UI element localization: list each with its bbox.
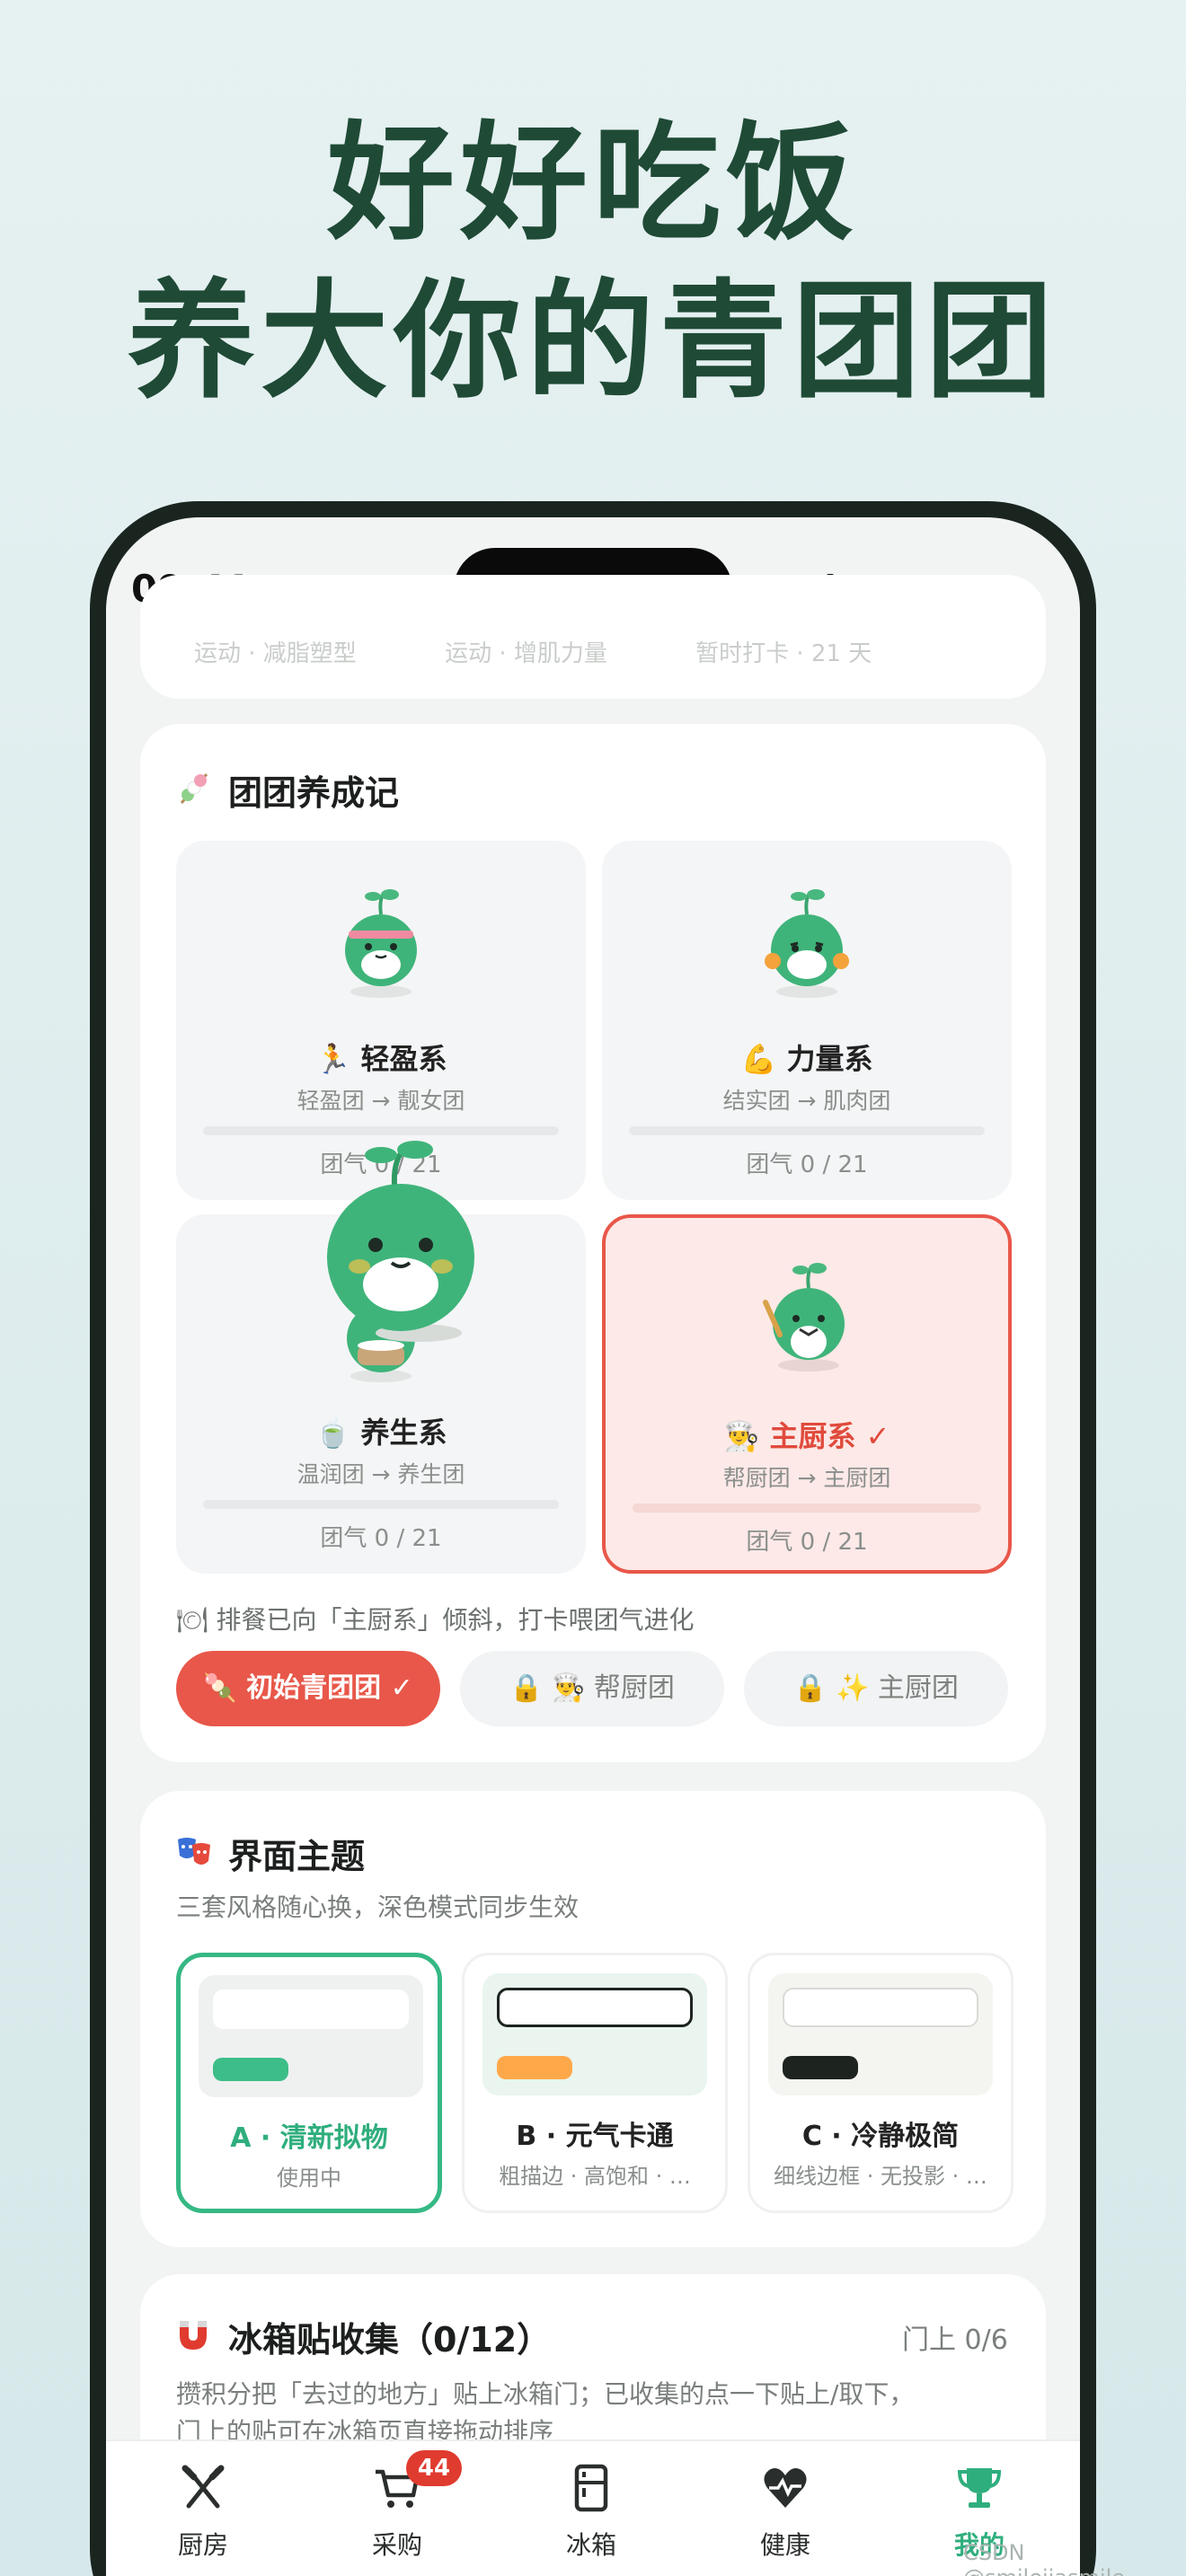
chef-icon: 👨‍🍳 bbox=[552, 1672, 586, 1704]
stage-label: 主厨团 bbox=[877, 1672, 959, 1704]
theme-preview bbox=[199, 1975, 423, 2097]
floating-mascot-icon[interactable] bbox=[318, 1132, 483, 1358]
tile-name: 养生系 bbox=[360, 1416, 447, 1450]
summary-card-partial: 运动 · 减脂塑型 运动 · 增肌力量 暂时打卡 · 21 天 bbox=[140, 575, 1046, 699]
theme-card-subtitle: 三套风格随心换，深色模式同步生效 bbox=[176, 1892, 580, 1922]
tab-label: 健康 bbox=[759, 2530, 810, 2560]
cart-badge: 44 bbox=[406, 2450, 462, 2486]
hero-title-line1: 好好吃饭 bbox=[327, 110, 859, 258]
mascot-light-icon bbox=[345, 889, 417, 998]
stage-current-pill[interactable]: 🍡 初始青团团 ✓ bbox=[176, 1651, 440, 1726]
tile-path: 温润团 → 养生团 bbox=[296, 1461, 465, 1487]
magnet-desc-line1: 攒积分把「去过的地方」贴上冰箱门；已收集的点一下贴上/取下， bbox=[176, 2379, 915, 2409]
stage-locked-pill[interactable]: 🔒 ✨ 主厨团 bbox=[744, 1651, 1008, 1726]
theme-sub: 粗描边 · 高饱和 · … bbox=[499, 2164, 691, 2189]
grow-hint: 🍽 排餐已向「主厨系」倾斜，打卡喂团气进化 bbox=[176, 1605, 695, 1635]
mascot-chef-icon bbox=[763, 1263, 845, 1372]
magnet-icon bbox=[180, 2321, 207, 2350]
theme-preview bbox=[768, 1973, 993, 2095]
tab-shopping[interactable]: 44 采购 bbox=[300, 2441, 494, 2576]
dango-icon: 🍡 bbox=[203, 1672, 237, 1704]
summary-item: 运动 · 减脂塑型 bbox=[194, 640, 357, 667]
theater-masks-icon bbox=[178, 1838, 210, 1865]
magnet-door-count: 门上 0/6 bbox=[902, 2325, 1008, 2356]
theme-option-cartoon[interactable]: B · 元气卡通 粗描边 · 高饱和 · … bbox=[462, 1953, 728, 2213]
tab-kitchen[interactable]: 厨房 bbox=[106, 2441, 300, 2576]
tile-qi: 团气 0 / 21 bbox=[746, 1529, 868, 1556]
tile-path: 帮厨团 → 主厨团 bbox=[722, 1465, 891, 1491]
tab-label: 冰箱 bbox=[565, 2530, 616, 2560]
watermark: CSDN @smilejiasmile bbox=[963, 2540, 1125, 2576]
theme-option-fresh[interactable]: A · 清新拟物 使用中 bbox=[176, 1953, 442, 2213]
tile-qi: 团气 0 / 21 bbox=[320, 1525, 442, 1552]
tile-path: 结实团 → 肌肉团 bbox=[722, 1088, 891, 1114]
utensils-icon bbox=[181, 2465, 225, 2509]
summary-item: 运动 · 增肌力量 bbox=[445, 640, 607, 667]
magnet-card-title: 冰箱贴收集（0/12） bbox=[228, 2320, 552, 2360]
progress-bar bbox=[633, 1504, 981, 1513]
hero-title-line2: 养大你的青团团 bbox=[128, 268, 1058, 416]
theme-name: C · 冷静极简 bbox=[801, 2121, 960, 2152]
theme-name: A · 清新拟物 bbox=[230, 2122, 388, 2154]
progress-bar bbox=[203, 1500, 559, 1509]
check-icon: ✓ bbox=[390, 1672, 413, 1704]
tile-name: 力量系 bbox=[786, 1042, 873, 1076]
tab-fridge[interactable]: 冰箱 bbox=[494, 2441, 688, 2576]
theme-sub: 使用中 bbox=[277, 2166, 341, 2191]
tab-label: 采购 bbox=[371, 2530, 422, 2560]
tile-name: 轻盈系 bbox=[360, 1042, 447, 1076]
path-tile-chef[interactable]: 👨‍🍳 主厨系 ✓ 帮厨团 → 主厨团 团气 0 / 21 bbox=[602, 1214, 1012, 1574]
check-icon: ✓ bbox=[865, 1419, 890, 1453]
fridge-icon bbox=[574, 2464, 608, 2512]
stage-locked-pill[interactable]: 🔒 👨‍🍳 帮厨团 bbox=[460, 1651, 724, 1726]
lock-icon: 🔒 bbox=[509, 1672, 544, 1704]
theme-preview bbox=[482, 1973, 707, 2095]
lock-icon: 🔒 bbox=[793, 1672, 828, 1704]
tile-qi: 团气 0 / 21 bbox=[746, 1151, 868, 1178]
mascot-strength-icon bbox=[765, 889, 849, 998]
trophy-icon bbox=[957, 2468, 1002, 2508]
tile-path: 轻盈团 → 靓女团 bbox=[296, 1088, 465, 1114]
theme-card-title: 界面主题 bbox=[228, 1837, 366, 1876]
tab-bar: 厨房 44 采购 冰箱 健康 我的 bbox=[106, 2439, 1080, 2576]
theme-name: B · 元气卡通 bbox=[516, 2121, 674, 2152]
tile-name: 主厨系 bbox=[769, 1419, 856, 1453]
progress-bar bbox=[629, 1126, 985, 1135]
summary-item: 暂时打卡 · 21 天 bbox=[695, 640, 872, 667]
stage-label: 帮厨团 bbox=[593, 1672, 675, 1704]
path-tile-strength[interactable]: 💪 力量系 结实团 → 肌肉团 团气 0 / 21 bbox=[602, 841, 1012, 1200]
dango-icon bbox=[180, 773, 208, 804]
summary-items: 运动 · 减脂塑型 运动 · 增肌力量 暂时打卡 · 21 天 bbox=[194, 635, 952, 668]
heart-pulse-icon bbox=[764, 2468, 807, 2508]
tea-icon: 🍵 bbox=[314, 1416, 351, 1450]
tab-health[interactable]: 健康 bbox=[688, 2441, 882, 2576]
theme-sub: 细线边框 · 无投影 · … bbox=[774, 2164, 987, 2189]
grow-card-title: 团团养成记 bbox=[228, 773, 400, 813]
stage-label: 初始青团团 bbox=[246, 1672, 382, 1704]
theme-option-minimal[interactable]: C · 冷静极简 细线边框 · 无投影 · … bbox=[748, 1953, 1013, 2213]
tab-label: 厨房 bbox=[177, 2530, 228, 2560]
chef-icon: 👨‍🍳 bbox=[723, 1419, 760, 1453]
runner-icon: 🏃 bbox=[314, 1042, 351, 1076]
biceps-icon: 💪 bbox=[740, 1042, 777, 1076]
sparkles-icon: ✨ bbox=[836, 1672, 870, 1704]
